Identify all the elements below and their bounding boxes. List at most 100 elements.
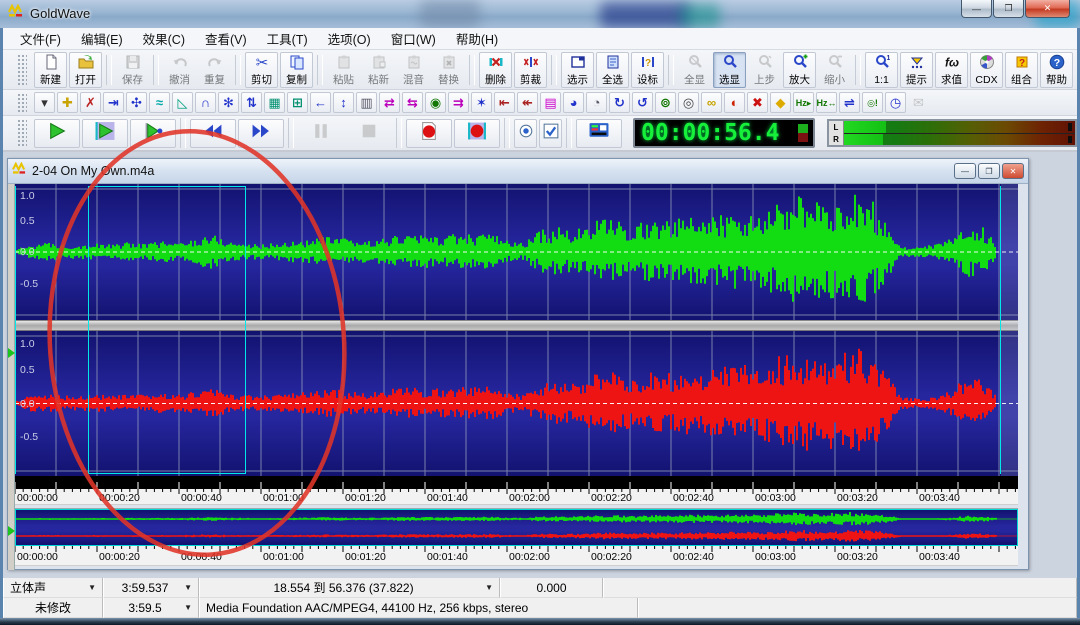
document-minimize-button[interactable]: — (954, 163, 976, 179)
effect-button-swap-lr[interactable]: ⇆ (402, 92, 423, 113)
menu-item-3[interactable]: 查看(V) (196, 27, 256, 50)
effect-button-knob[interactable]: ◔ (586, 92, 607, 113)
toolbar-button-cdx[interactable]: CDX (970, 52, 1003, 88)
overview-play-position-marker[interactable] (8, 526, 15, 536)
play-position-marker[interactable] (8, 348, 15, 358)
effect-button-doppler[interactable]: ≈ (149, 92, 170, 113)
dropdown-arrow-icon[interactable]: ▼ (485, 583, 493, 592)
toolbar-grip[interactable] (17, 93, 27, 113)
toolbar-button-help[interactable]: ?帮助 (1040, 52, 1073, 88)
effect-button-swap-channels[interactable]: ⇄ (379, 92, 400, 113)
effect-button-mechanize[interactable]: ✻ (218, 92, 239, 113)
transport-play-button[interactable] (34, 119, 80, 148)
toolbar-button-mag-plus[interactable]: 放大 (783, 52, 816, 88)
effect-button-playback-rate[interactable]: Hz▸ (793, 92, 814, 113)
effect-button-convert[interactable]: ⇌ (839, 92, 860, 113)
overview-time-ruler[interactable]: 00:00:0000:00:2000:00:4000:01:0000:01:20… (15, 546, 1018, 566)
toolbar-button-copy[interactable]: 复制 (280, 52, 313, 88)
effect-button-playlist[interactable]: ⇉ (448, 92, 469, 113)
effect-button-equalizer-table[interactable]: ▦ (264, 92, 285, 113)
toolbar-button-combine[interactable]: ?组合 (1005, 52, 1038, 88)
effect-button-level-knob[interactable]: ⊚ (655, 92, 676, 113)
status-cell-r1-2[interactable]: 18.554 到 56.376 (37.822)▼ (199, 578, 500, 598)
toolbar-button-mag-blue[interactable]: 选显 (713, 52, 746, 88)
overview-strip[interactable] (15, 509, 1018, 546)
menu-item-6[interactable]: 窗口(W) (382, 27, 445, 50)
transport-rewind-button[interactable] (190, 119, 236, 148)
menu-item-2[interactable]: 效果(C) (134, 27, 194, 50)
toolbar-button-cut[interactable]: ✂剪切 (245, 52, 278, 88)
dropdown-arrow-icon[interactable]: ▼ (88, 583, 96, 592)
status-cell-r1-0[interactable]: 立体声▼ (3, 578, 103, 598)
effect-button-skip-to-end[interactable]: ⇥ (103, 92, 124, 113)
title-bar[interactable]: GoldWave — ❐ ✕ (0, 0, 1080, 28)
menu-item-0[interactable]: 文件(F) (11, 27, 70, 50)
transport-record-selection-button[interactable] (454, 119, 500, 148)
dropdown-arrow-icon[interactable]: ▼ (184, 583, 192, 592)
toolbar-button-evaluate[interactable]: fω求值 (935, 52, 968, 88)
toolbar-button-set-marker[interactable]: ?设标 (631, 52, 664, 88)
time-ruler-tick-bar[interactable] (15, 476, 1018, 489)
effect-button-rotate-right[interactable]: ↻ (609, 92, 630, 113)
toolbar-button-select-all[interactable]: 全选 (596, 52, 629, 88)
effect-button-maximize-volume[interactable]: ◎ (678, 92, 699, 113)
effect-button-loudness[interactable]: ◎! (862, 92, 883, 113)
effect-button-smite[interactable]: ✶ (471, 92, 492, 113)
toolbar-grip[interactable] (17, 119, 27, 146)
effect-button-arrows-vertical[interactable]: ↕ (333, 92, 354, 113)
toolbar-button-mag-one[interactable]: 11:1 (865, 52, 898, 88)
effect-button-noise-gate[interactable]: ↞ (517, 92, 538, 113)
toolbar-button-trim[interactable]: 剪裁 (514, 52, 547, 88)
toolbar-button-sel-view[interactable]: 选示 (561, 52, 594, 88)
effect-button-remove-start[interactable]: ⇤ (494, 92, 515, 113)
effect-button-timer[interactable]: ◷ (885, 92, 906, 113)
toolbar-button-page[interactable]: 新建 (34, 52, 67, 88)
effect-button-mute[interactable]: ✖ (747, 92, 768, 113)
transport-record-button[interactable] (406, 119, 452, 148)
effect-button-expander[interactable]: ✣ (126, 92, 147, 113)
menu-item-5[interactable]: 选项(O) (319, 27, 380, 50)
effect-button-resample[interactable]: Hz↔ (816, 92, 837, 113)
menu-item-1[interactable]: 编辑(E) (72, 27, 132, 50)
toolbar-button-hint[interactable]: 提示 (900, 52, 933, 88)
effect-button-pitch-ramp[interactable]: ◺ (172, 92, 193, 113)
transport-sync-checkbox-button[interactable] (539, 119, 562, 148)
menu-item-4[interactable]: 工具(T) (258, 27, 317, 50)
effect-button-stereo-view[interactable]: ◉ (425, 92, 446, 113)
maximize-button[interactable]: ❐ (993, 0, 1024, 18)
effect-button-flip[interactable]: ∩ (195, 92, 216, 113)
effect-button-seek-knob[interactable]: ◕ (563, 92, 584, 113)
effect-button-interpolate[interactable]: ▥ (356, 92, 377, 113)
toolbar-grip[interactable] (17, 54, 27, 85)
status-cell-r1-1[interactable]: 3:59.537▼ (103, 578, 199, 598)
document-title-bar[interactable]: 2-04 On My Own.m4a — ❐ ✕ (8, 159, 1028, 184)
selection-rectangle[interactable] (88, 186, 246, 474)
dropdown-arrow-icon[interactable]: ▼ (184, 603, 192, 612)
effect-button-effect-chain[interactable]: ✚ (57, 92, 78, 113)
transport-fast-forward-button[interactable] (238, 119, 284, 148)
effect-button-match-volume[interactable]: ∞ (701, 92, 722, 113)
effect-button-pan[interactable]: ◐ (724, 92, 745, 113)
minimize-button[interactable]: — (961, 0, 992, 18)
effect-button-preset-dropdown[interactable]: ▾ (34, 92, 55, 113)
effect-button-offset[interactable]: ⇅ (241, 92, 262, 113)
transport-play-from-marker-button[interactable] (130, 119, 176, 148)
effect-button-fit-window[interactable]: ⊞ (287, 92, 308, 113)
transport-monitor-toggle-button[interactable] (514, 119, 537, 148)
close-button[interactable]: ✕ (1025, 0, 1070, 18)
toolbar-button-delete-x[interactable]: 删除 (479, 52, 512, 88)
effect-button-expression[interactable]: ✗ (80, 92, 101, 113)
toolbar-button-label: 删除 (485, 75, 506, 86)
document-restore-button[interactable]: ❐ (978, 163, 1000, 179)
transport-control-properties-button[interactable] (576, 119, 622, 148)
menu-item-7[interactable]: 帮助(H) (447, 27, 507, 50)
transport-play-selection-button[interactable] (82, 119, 128, 148)
toolbar-button-folder[interactable]: 打开 (69, 52, 102, 88)
effect-button-arrow-left[interactable]: ← (310, 92, 331, 113)
status-cell-r2-1[interactable]: 3:59.5▼ (103, 598, 199, 618)
effect-button-spectrum-band[interactable]: ▤ (540, 92, 561, 113)
effect-button-rotate-left[interactable]: ↺ (632, 92, 653, 113)
effect-button-fade[interactable]: ◆ (770, 92, 791, 113)
time-ruler-labels[interactable]: 00:00:0000:00:2000:00:4000:01:0000:01:20… (15, 489, 1018, 505)
document-close-button[interactable]: ✕ (1002, 163, 1024, 179)
